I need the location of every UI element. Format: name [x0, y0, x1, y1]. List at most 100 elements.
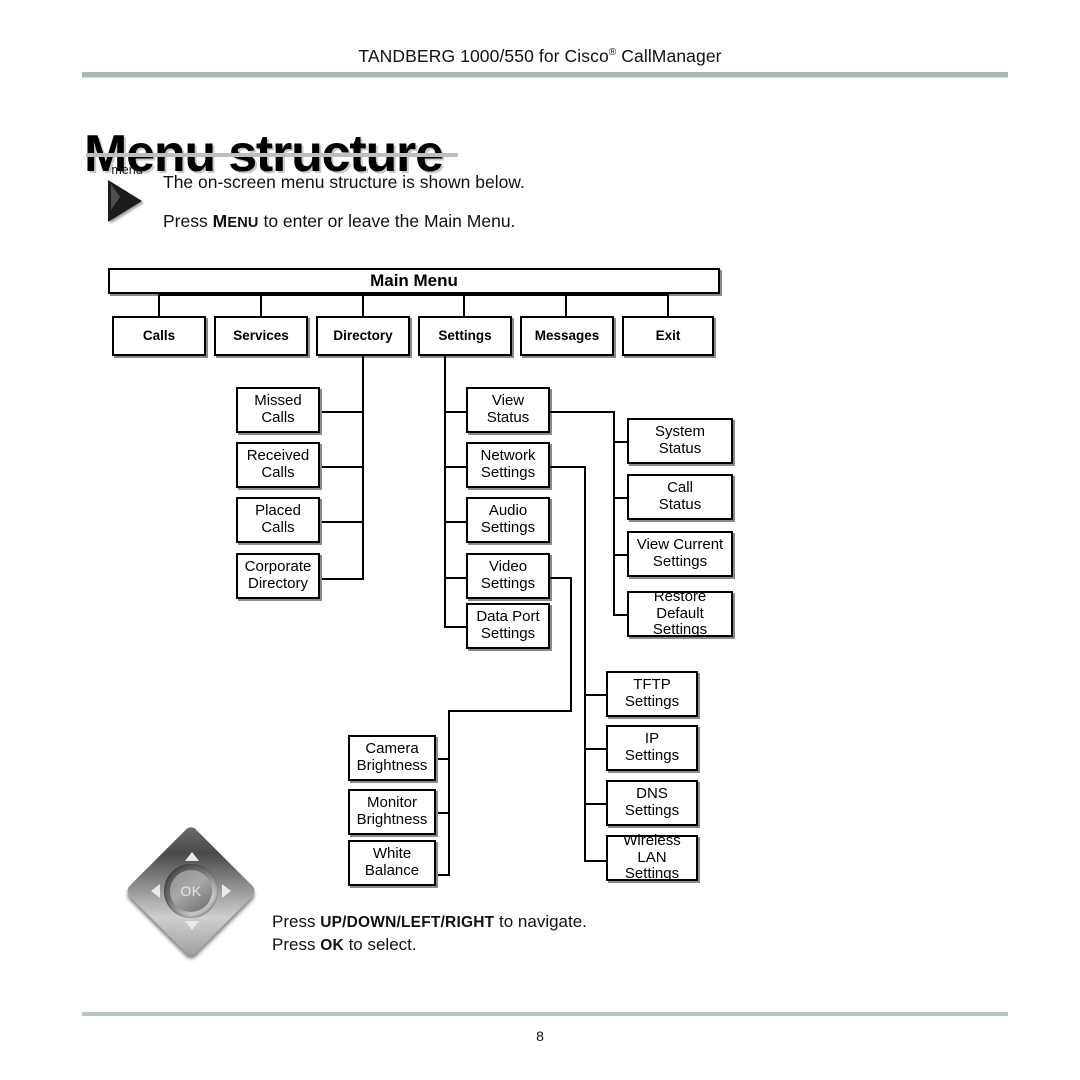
node-monitor-brightness-line1: Monitor: [366, 794, 418, 812]
wire-network-stub-3: [584, 803, 606, 805]
running-header-prefix: TANDBERG 1000/550 for Cisco: [358, 46, 609, 66]
node-received-calls: Received Calls: [236, 442, 320, 488]
node-tftp-settings-line1: TFTP: [633, 676, 671, 694]
wire-root-drop-2: [260, 294, 262, 316]
wire-network-out: [550, 466, 586, 468]
node-dns-settings: DNS Settings: [606, 780, 698, 826]
node-missed-calls-line2: Calls: [261, 409, 295, 426]
node-main-menu: Main Menu: [108, 268, 720, 294]
node-main-menu-label: Main Menu: [370, 271, 458, 291]
node-system-status-line1: System: [654, 423, 705, 441]
wire-settings-bus: [444, 356, 446, 627]
node-call-status-line2: Status: [658, 496, 702, 513]
navigation-instruction-1-pre: Press: [272, 912, 321, 931]
wire-brightness-stub-3: [436, 874, 450, 876]
wire-brightness-stub-1: [436, 758, 450, 760]
node-data-port-settings-line1: Data Port: [476, 608, 540, 626]
node-view-status-line1: View: [491, 392, 525, 410]
node-messages-label: Messages: [534, 328, 600, 344]
node-camera-brightness-line1: Camera: [365, 740, 419, 758]
node-restore-default-settings-line2: Settings: [652, 621, 708, 639]
node-directory: Directory: [316, 316, 410, 356]
node-network-settings-line2: Settings: [480, 464, 536, 481]
node-received-calls-line2: Calls: [261, 464, 295, 481]
wire-viewstatus-out: [550, 411, 615, 413]
node-network-settings: Network Settings: [466, 442, 550, 488]
node-services: Services: [214, 316, 308, 356]
arrow-up-icon: [185, 852, 199, 861]
wire-root-bus: [158, 294, 669, 296]
node-tftp-settings: TFTP Settings: [606, 671, 698, 717]
wire-root-drop-1: [158, 294, 160, 316]
play-triangle-gloss-icon: [111, 184, 120, 210]
wire-root-drop-3: [362, 294, 364, 316]
navigation-instruction-1: Press UP/DOWN/LEFT/RIGHT to navigate.: [272, 912, 587, 932]
node-settings-label: Settings: [438, 328, 492, 344]
node-wireless-lan-settings-line1: Wireless LAN: [623, 831, 681, 866]
navpad-ok-button: OK: [170, 870, 212, 912]
navigation-pad-icon: OK: [124, 824, 258, 958]
navigation-instruction-1-post: to navigate.: [494, 912, 587, 931]
node-ip-settings-line2: Settings: [624, 747, 680, 764]
node-network-settings-line1: Network: [480, 447, 536, 465]
wire-settings-stub-5: [444, 626, 466, 628]
wire-root-drop-6: [667, 294, 669, 316]
node-monitor-brightness: Monitor Brightness: [348, 789, 436, 835]
arrow-right-icon: [222, 884, 231, 898]
node-view-current-settings-line2: Settings: [652, 553, 708, 570]
wire-video-drop: [570, 577, 572, 712]
node-video-settings-line2: Settings: [480, 575, 536, 592]
node-ip-settings-line1: IP: [644, 730, 660, 748]
menu-keycap-rest: ENU: [227, 215, 259, 231]
node-corporate-directory: Corporate Directory: [236, 553, 320, 599]
node-white-balance: White Balance: [348, 840, 436, 886]
wire-network-stub-1: [584, 694, 606, 696]
node-directory-label: Directory: [333, 328, 393, 344]
wire-directory-stub-3: [320, 521, 364, 523]
wire-status-stub-2: [613, 497, 627, 499]
node-white-balance-line2: Balance: [364, 862, 420, 879]
page-number: 8: [536, 1028, 544, 1044]
wire-brightness-bus: [448, 710, 450, 876]
node-dns-settings-line1: DNS: [636, 785, 668, 803]
arrow-down-icon: [185, 921, 199, 930]
node-placed-calls-line2: Calls: [261, 519, 295, 536]
node-messages: Messages: [520, 316, 614, 356]
running-header-title: TANDBERG 1000/550 for Cisco® CallManager: [0, 46, 1080, 67]
node-missed-calls: Missed Calls: [236, 387, 320, 433]
running-header-suffix: CallManager: [616, 46, 722, 66]
node-missed-calls-line1: Missed: [254, 392, 302, 410]
node-video-settings-line1: Video: [488, 558, 528, 576]
navigation-instruction-2-post: to select.: [343, 935, 417, 954]
wire-settings-stub-3: [444, 521, 466, 523]
node-system-status: System Status: [627, 418, 733, 464]
node-call-status-line1: Call: [667, 479, 693, 497]
wire-status-stub-3: [613, 554, 627, 556]
footer-divider: [82, 1012, 1008, 1016]
node-view-status: View Status: [466, 387, 550, 433]
node-dns-settings-line2: Settings: [624, 802, 680, 819]
node-system-status-line2: Status: [658, 440, 702, 457]
node-services-label: Services: [233, 328, 289, 344]
arrow-left-icon: [151, 884, 160, 898]
wire-network-stub-4: [584, 860, 606, 862]
menu-key-label: menu: [111, 163, 143, 177]
node-camera-brightness-line2: Brightness: [356, 757, 428, 774]
wire-directory-stub-2: [320, 466, 364, 468]
node-monitor-brightness-line2: Brightness: [356, 811, 428, 828]
intro-sentence-2-post: to enter or leave the Main Menu.: [258, 211, 516, 231]
wire-settings-stub-4: [444, 577, 466, 579]
node-exit: Exit: [622, 316, 714, 356]
node-view-status-line2: Status: [486, 409, 530, 426]
wire-root-drop-5: [565, 294, 567, 316]
node-white-balance-line1: White: [372, 845, 412, 863]
wire-network-drop: [584, 466, 586, 862]
navigation-instruction-2: Press OK to select.: [272, 935, 417, 955]
ok-key-label: OK: [320, 937, 344, 954]
navigation-instruction-2-pre: Press: [272, 935, 321, 954]
node-view-current-settings-line1: View Current: [636, 536, 724, 554]
node-wireless-lan-settings-line2: Settings: [624, 865, 680, 883]
menu-keycap-cap: M: [212, 211, 228, 231]
wire-directory-bus: [362, 356, 364, 580]
node-audio-settings: Audio Settings: [466, 497, 550, 543]
